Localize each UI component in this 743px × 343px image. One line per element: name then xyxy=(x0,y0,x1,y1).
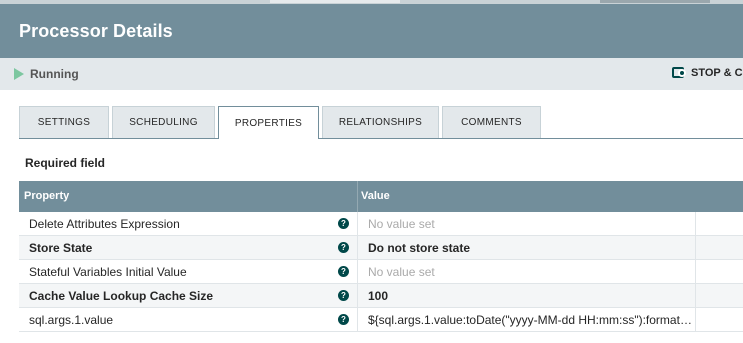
table-row[interactable]: Store State ? Do not store state xyxy=(19,236,743,260)
property-value[interactable]: No value set xyxy=(368,217,693,231)
stop-and-configure-label: STOP & CO xyxy=(691,66,743,79)
column-header-property[interactable]: Property xyxy=(24,190,69,202)
help-icon[interactable]: ? xyxy=(338,290,349,301)
cell-divider xyxy=(357,212,358,236)
table-header: Property Value xyxy=(19,181,743,212)
cell-divider xyxy=(695,236,696,260)
cell-divider xyxy=(357,236,358,260)
status-bar: Running STOP & CO xyxy=(0,58,743,90)
table-row[interactable]: Stateful Variables Initial Value ? No va… xyxy=(19,260,743,284)
tab-settings[interactable]: SETTINGS xyxy=(19,106,109,138)
stop-configure-icon xyxy=(672,66,687,79)
tab-scheduling[interactable]: SCHEDULING xyxy=(112,106,215,138)
property-value[interactable]: Do not store state xyxy=(368,241,693,255)
column-divider[interactable] xyxy=(357,181,358,212)
help-icon[interactable]: ? xyxy=(338,218,349,229)
property-name: Cache Value Lookup Cache Size xyxy=(29,289,214,303)
stop-and-configure-button[interactable]: STOP & CO xyxy=(672,66,743,79)
help-icon[interactable]: ? xyxy=(338,314,349,325)
property-value[interactable]: No value set xyxy=(368,265,693,279)
help-icon[interactable]: ? xyxy=(338,242,349,253)
column-header-value[interactable]: Value xyxy=(361,190,390,202)
tab-comments[interactable]: COMMENTS xyxy=(442,106,541,138)
tab-properties[interactable]: PROPERTIES xyxy=(218,106,319,139)
dialog-title: Processor Details xyxy=(19,21,173,41)
property-name: Store State xyxy=(29,241,93,255)
cell-divider xyxy=(357,260,358,284)
property-name: Stateful Variables Initial Value xyxy=(29,265,187,279)
play-icon xyxy=(14,68,24,80)
canvas-sliver xyxy=(270,0,400,3)
cell-divider xyxy=(695,308,696,332)
canvas-sliver xyxy=(600,0,710,3)
property-value[interactable]: 100 xyxy=(368,289,693,303)
cell-divider xyxy=(357,308,358,332)
cell-divider xyxy=(357,284,358,308)
run-status-text: Running xyxy=(30,67,79,81)
table-row[interactable]: Cache Value Lookup Cache Size ? 100 xyxy=(19,284,743,308)
tab-underline xyxy=(19,138,743,139)
required-field-label: Required field xyxy=(25,156,106,170)
property-value[interactable]: ${sql.args.1.value:toDate("yyyy-MM-dd HH… xyxy=(368,313,693,327)
tab-relationships[interactable]: RELATIONSHIPS xyxy=(322,106,439,138)
dialog-header: Processor Details xyxy=(0,4,743,58)
table-row[interactable]: Delete Attributes Expression ? No value … xyxy=(19,212,743,236)
run-status: Running xyxy=(14,67,79,81)
tab-bar: SETTINGS SCHEDULING PROPERTIES RELATIONS… xyxy=(19,106,544,139)
cell-divider xyxy=(695,260,696,284)
property-name: sql.args.1.value xyxy=(29,313,114,327)
properties-table: Property Value Delete Attributes Express… xyxy=(19,181,743,332)
table-row[interactable]: sql.args.1.value ? ${sql.args.1.value:to… xyxy=(19,308,743,332)
help-icon[interactable]: ? xyxy=(338,266,349,277)
cell-divider xyxy=(695,284,696,308)
cell-divider xyxy=(695,212,696,236)
property-name: Delete Attributes Expression xyxy=(29,217,180,231)
